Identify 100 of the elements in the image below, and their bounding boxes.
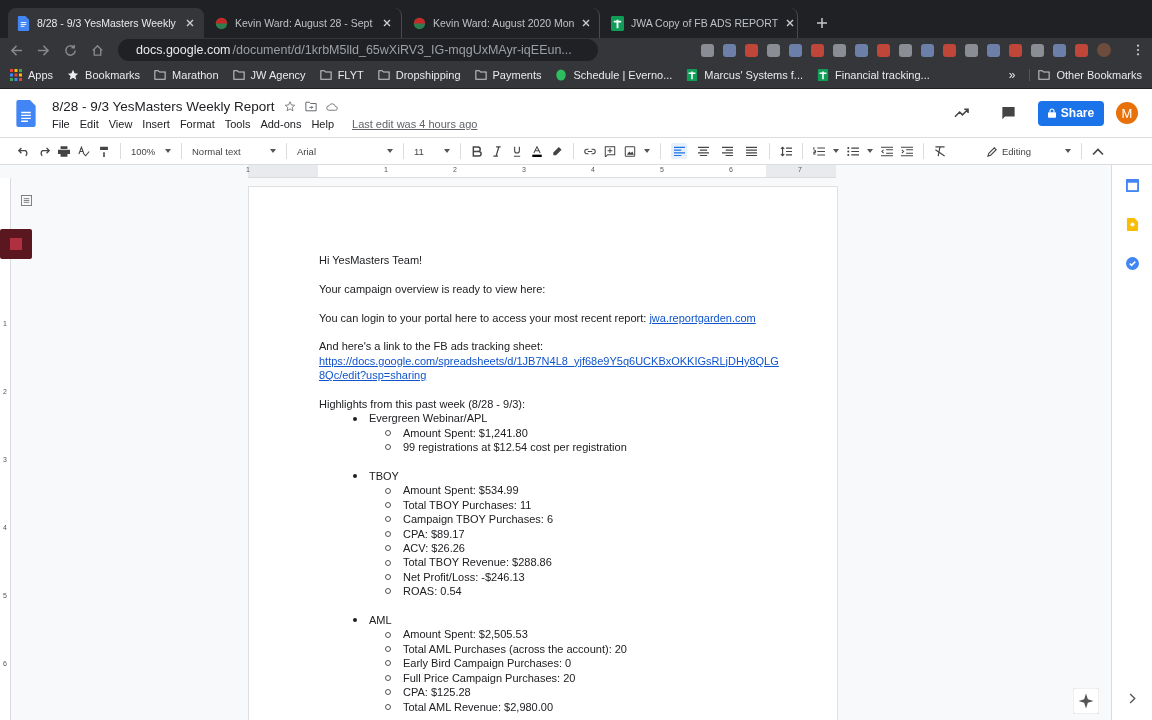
- trending-icon[interactable]: [954, 106, 969, 120]
- star-icon[interactable]: [283, 100, 296, 112]
- print-icon[interactable]: [58, 145, 70, 157]
- browser-tab[interactable]: 8/28 - 9/3 YesMasters Weekly: [8, 8, 204, 38]
- italic-icon[interactable]: [491, 145, 503, 157]
- bookmark-item[interactable]: FLYT: [319, 69, 364, 81]
- extension-icon[interactable]: [987, 43, 1000, 57]
- home-icon[interactable]: [91, 43, 104, 57]
- increase-indent-icon[interactable]: [901, 145, 913, 157]
- menu-item[interactable]: Tools: [224, 117, 251, 130]
- folder-icon: [232, 69, 245, 81]
- list-item: ACV: $26.26: [403, 541, 465, 556]
- extension-icon[interactable]: [965, 43, 978, 57]
- list-item: ROAS: 0.54: [403, 584, 462, 599]
- line-spacing-icon[interactable]: [780, 145, 792, 157]
- last-edit-link[interactable]: Last edit was 4 hours ago: [352, 117, 478, 130]
- bullet-icon: [353, 618, 357, 623]
- menu-item[interactable]: Help: [311, 117, 334, 130]
- more-bookmarks-button[interactable]: »: [1008, 68, 1016, 82]
- bullet-icon: [353, 416, 357, 421]
- list-item: Early Bird Campaign Purchases: 0: [403, 656, 572, 671]
- tasks-icon[interactable]: [1125, 257, 1139, 270]
- close-icon[interactable]: [785, 18, 796, 28]
- editing-mode-dropdown[interactable]: Editing: [987, 145, 1071, 157]
- bold-icon[interactable]: [471, 145, 483, 157]
- paragraph: Highlights from this past week (8/28 - 9/3):: [319, 397, 527, 412]
- menu-item[interactable]: Insert: [142, 117, 170, 130]
- extension-icon[interactable]: [811, 43, 824, 57]
- bookmark-item[interactable]: Marathon: [154, 69, 219, 81]
- menu-item[interactable]: Format: [179, 117, 215, 130]
- add-comment-icon[interactable]: [604, 145, 616, 157]
- calendar-icon[interactable]: [1125, 179, 1139, 192]
- address-bar[interactable]: docs.google.com /document/d/1krbM5lld_65wXiRV3_IG-mqgUxMAyr-iqEEun...: [118, 39, 598, 61]
- bookmark-item[interactable]: Schedule | Everno...: [555, 69, 673, 81]
- style-dropdown[interactable]: Normal text: [192, 145, 276, 157]
- clear-formatting-icon[interactable]: [934, 145, 946, 157]
- zoom-dropdown[interactable]: 100%: [131, 145, 171, 157]
- paragraph-text: You can login to your portal here to access your most recent report:: [319, 311, 648, 324]
- list-item: Amount Spent: $1,241.80: [403, 425, 528, 441]
- decrease-indent-icon[interactable]: [881, 145, 893, 157]
- bookmark-item[interactable]: Dropshipping: [377, 69, 461, 81]
- document-outline-icon[interactable]: [21, 195, 32, 206]
- menu-item[interactable]: Edit: [79, 117, 99, 130]
- extension-icon[interactable]: [1075, 43, 1088, 57]
- reload-icon[interactable]: [64, 43, 77, 57]
- undo-icon[interactable]: [18, 145, 30, 157]
- extension-icon[interactable]: [943, 43, 956, 57]
- menu-item[interactable]: View: [108, 117, 133, 130]
- extension-icon[interactable]: [833, 43, 846, 57]
- extension-icon[interactable]: [701, 43, 714, 57]
- paint-format-icon[interactable]: [98, 145, 110, 157]
- hyperlink[interactable]: jwa.reportgarden.com: [649, 311, 756, 324]
- document-title[interactable]: 8/28 - 9/3 YesMasters Weekly Report: [52, 98, 275, 114]
- forward-arrow-icon[interactable]: [37, 43, 50, 57]
- bookmark-item[interactable]: Financial tracking...: [817, 69, 930, 81]
- close-icon[interactable]: [581, 18, 592, 28]
- move-to-folder-icon[interactable]: [304, 100, 317, 112]
- menu-item[interactable]: Add-ons: [260, 117, 302, 130]
- extension-icon[interactable]: [877, 43, 890, 57]
- explore-button[interactable]: [1073, 688, 1099, 714]
- text-color-icon[interactable]: [531, 145, 543, 157]
- extension-icon[interactable]: [855, 43, 868, 57]
- bookmark-item[interactable]: JW Agency: [232, 69, 306, 81]
- underline-icon[interactable]: [511, 145, 523, 157]
- extension-icon[interactable]: [767, 43, 780, 57]
- numbered-list-icon[interactable]: [813, 145, 825, 157]
- close-icon[interactable]: [185, 18, 195, 28]
- folder-icon: [154, 69, 167, 81]
- close-icon[interactable]: [382, 18, 392, 28]
- new-tab-icon[interactable]: [816, 17, 828, 29]
- bookmark-item[interactable]: Bookmarks: [67, 69, 141, 81]
- bookmark-item[interactable]: Marcus' Systems f...: [686, 69, 803, 81]
- other-bookmarks-item[interactable]: Other Bookmarks: [1029, 69, 1142, 81]
- extension-icon[interactable]: [745, 43, 758, 57]
- folder-icon: [319, 69, 332, 81]
- chevron-right-icon[interactable]: [1128, 693, 1136, 704]
- font-size-dropdown[interactable]: 11: [414, 145, 450, 157]
- spellcheck-icon[interactable]: [78, 145, 90, 157]
- comment-icon[interactable]: [1001, 106, 1016, 120]
- font-dropdown[interactable]: Arial: [297, 145, 393, 157]
- hyperlink[interactable]: https://docs.google.com/spreadsheets/d/1JB7N4L8_yjf68e9Y5q6UCKBxOKKIGsRLjDHy8QLG8Qc/edit?usp=sharing: [319, 353, 779, 383]
- docs-logo-icon[interactable]: [16, 99, 36, 127]
- highlighter-icon[interactable]: [551, 145, 563, 157]
- back-arrow-icon[interactable]: [10, 43, 23, 57]
- redo-icon[interactable]: [38, 145, 50, 157]
- bookmark-item[interactable]: Payments: [474, 69, 542, 81]
- extension-icon[interactable]: [899, 43, 912, 57]
- extension-icon[interactable]: [789, 43, 802, 57]
- bookmark-item[interactable]: Apps: [10, 69, 54, 81]
- extension-icon[interactable]: [921, 43, 934, 57]
- menu-item[interactable]: File: [52, 117, 70, 130]
- extension-icon[interactable]: [723, 43, 736, 57]
- share-button[interactable]: Share: [1038, 100, 1104, 126]
- list-item: Campaign TBOY Purchases: 6: [403, 512, 553, 527]
- paragraph-text: Your campaign overview is ready to view here:: [319, 282, 546, 295]
- extension-icon[interactable]: [1053, 43, 1066, 57]
- extension-icon[interactable]: [1009, 43, 1022, 57]
- image-icon[interactable]: [624, 145, 636, 157]
- extension-icon[interactable]: [1031, 43, 1044, 57]
- bulleted-list-icon[interactable]: [847, 145, 859, 157]
